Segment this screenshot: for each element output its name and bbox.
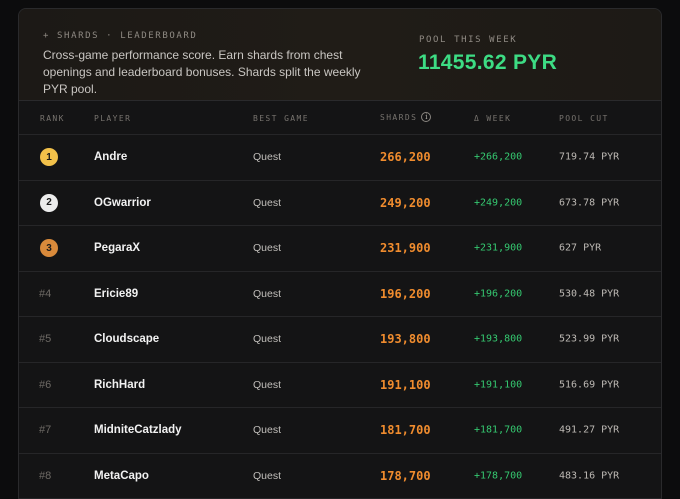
pool-value: 11455.62 PYR [418,51,558,74]
rank-number: #8 [39,469,52,482]
table-row[interactable]: #4 Ericie89 Quest 196,200 +196,200 530.48 PYR [19,272,661,317]
table-header: RANK PLAYER BEST GAME SHARDS i Δ WEEK PO… [19,102,661,135]
best-game: Quest [253,196,282,209]
pool-cut: 719.74 PYR [559,151,620,163]
week-delta: +181,700 [474,424,523,436]
column-player[interactable]: PLAYER [94,114,131,123]
rank-number: #5 [39,333,52,346]
pool-cut: 523.99 PYR [559,333,620,345]
section-kicker: + SHARDS · LEADERBOARD [43,31,198,41]
week-delta: +191,100 [474,379,523,391]
pool-cut: 530.48 PYR [559,288,620,300]
table-row[interactable]: 1 Andre Quest 266,200 +266,200 719.74 PYR [19,135,661,181]
column-shards[interactable]: SHARDS i [380,112,432,122]
player-name[interactable]: OGwarrior [94,197,151,209]
pool-cut: 627 PYR [559,242,602,254]
week-delta: +249,200 [474,197,523,209]
leaderboard-panel: + SHARDS · LEADERBOARD Cross-game perfor… [18,8,662,499]
week-delta: +178,700 [474,470,523,482]
table-row[interactable]: #6 RichHard Quest 191,100 +191,100 516.69 PYR [19,363,661,408]
column-shards-label: SHARDS [380,112,418,122]
week-delta: +231,900 [474,242,523,254]
table-row[interactable]: 3 PegaraX Quest 231,900 +231,900 627 PYR [19,226,661,272]
week-delta: +266,200 [474,151,523,163]
player-name[interactable]: Ericie89 [94,288,138,300]
column-best-game[interactable]: BEST GAME [253,114,309,123]
shards-value: 193,800 [380,332,431,347]
best-game: Quest [253,333,282,346]
best-game: Quest [253,424,282,437]
table-row[interactable]: #5 Cloudscape Quest 193,800 +193,800 523.99 P… [19,317,661,363]
shards-value: 196,200 [380,286,431,301]
player-name[interactable]: Cloudscape [94,333,159,345]
pool-cut: 483.16 PYR [559,470,620,482]
rank-badge-bronze: 3 [40,239,58,258]
column-week[interactable]: Δ WEEK [474,114,511,123]
best-game: Quest [253,378,282,391]
rank-badge-silver: 2 [40,193,58,212]
best-game: Quest [253,469,282,482]
player-name[interactable]: MetaCapo [94,470,149,482]
shards-value: 191,100 [380,377,431,392]
pool-cut: 673.78 PYR [559,197,620,209]
column-pool-cut[interactable]: POOL CUT [559,114,609,123]
table-row[interactable]: 2 OGwarrior Quest 249,200 +249,200 673.78 PYR [19,181,661,226]
best-game: Quest [253,242,282,255]
week-delta: +193,800 [474,333,523,345]
column-rank[interactable]: RANK [40,114,65,123]
rank-number: #4 [39,287,52,300]
player-name[interactable]: RichHard [94,379,145,391]
pool-label: POOL THIS WEEK [419,35,518,45]
best-game: Quest [253,287,282,300]
shards-value: 231,900 [380,241,431,256]
player-name[interactable]: PegaraX [94,242,140,254]
leaderboard-header: + SHARDS · LEADERBOARD Cross-game perfor… [19,9,661,101]
player-name[interactable]: MidniteCatzlady [94,424,182,436]
pool-cut: 516.69 PYR [559,379,620,391]
table-row[interactable]: #7 MidniteCatzlady Quest 181,700 +181,700 491… [19,408,661,454]
player-name[interactable]: Andre [94,151,127,163]
rank-number: #6 [39,378,52,391]
leaderboard-rows: 1 Andre Quest 266,200 +266,200 719.74 PYR 2 OGw… [19,135,661,499]
info-icon[interactable]: i [421,112,432,122]
best-game: Quest [253,151,282,164]
rank-number: #7 [39,424,52,437]
week-delta: +196,200 [474,288,523,300]
table-row[interactable]: #8 MetaCapo Quest 178,700 +178,700 483.16 PYR [19,454,661,499]
shards-value: 249,200 [380,195,431,210]
shards-value: 181,700 [380,423,431,438]
rank-badge-gold: 1 [40,148,58,167]
leaderboard-description: Cross-game performance score. Earn shard… [43,48,361,96]
shards-value: 178,700 [380,468,431,483]
pool-cut: 491.27 PYR [559,424,620,436]
shards-value: 266,200 [380,150,431,165]
